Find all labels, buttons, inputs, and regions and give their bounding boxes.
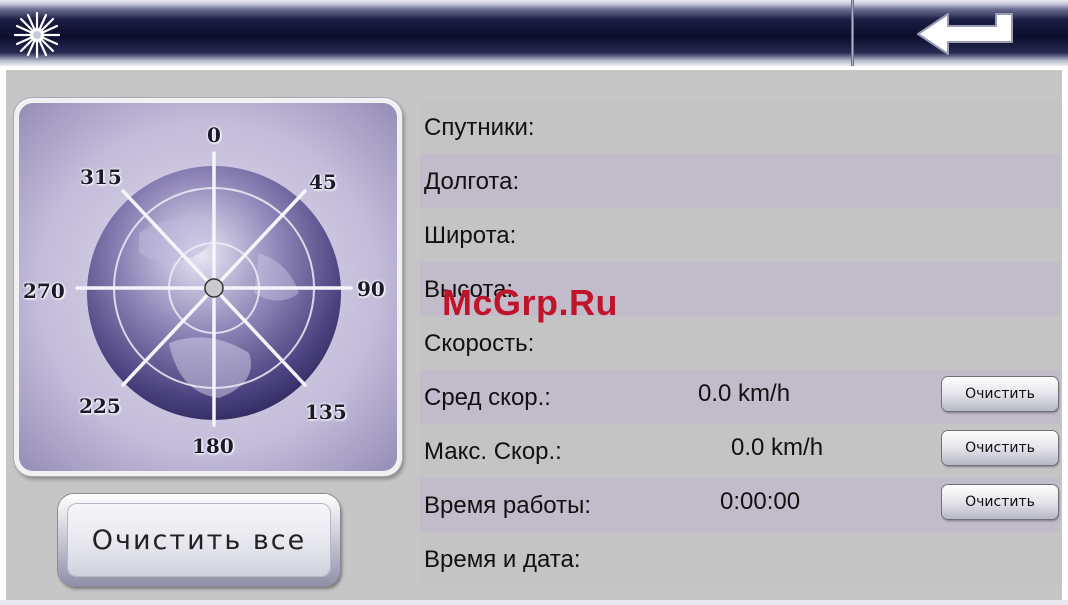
- max-speed-label: Макс. Скор.:: [424, 438, 562, 465]
- compass-label-0: 0: [207, 123, 221, 147]
- info-row-avg-speed: Сред скор.: 0.0 km/h Очистить: [420, 370, 1060, 424]
- satellites-label: Спутники:: [424, 114, 535, 141]
- avg-speed-value: 0.0 km/h: [698, 380, 791, 407]
- title-bar: [0, 0, 1068, 66]
- avg-speed-label: Сред скор.:: [424, 384, 551, 411]
- info-row-latitude: Широта:: [420, 208, 1060, 262]
- longitude-label: Долгота:: [424, 168, 520, 195]
- compass-label-270: 270: [23, 279, 65, 303]
- max-speed-value: 0.0 km/h: [731, 434, 824, 461]
- compass-label-45: 45: [309, 170, 337, 194]
- bottom-edge: [0, 600, 1068, 605]
- run-time-label: Время работы:: [424, 492, 592, 519]
- clear-avg-speed-button[interactable]: Очистить: [942, 377, 1058, 411]
- back-button[interactable]: [912, 10, 1022, 58]
- compass-label-135: 135: [305, 400, 347, 424]
- info-row-run-time: Время работы: 0:00:00 Очистить: [420, 478, 1060, 532]
- speed-label: Скорость:: [424, 330, 535, 357]
- gps-sun-icon[interactable]: [12, 10, 62, 60]
- back-arrow-icon: [917, 13, 1013, 55]
- clear-all-button[interactable]: Очистить все: [58, 494, 340, 586]
- compass-label-90: 90: [357, 277, 385, 301]
- watermark-text: McGrp.Ru: [442, 282, 619, 323]
- clear-run-time-button[interactable]: Очистить: [942, 485, 1058, 519]
- date-time-label: Время и дата:: [424, 546, 581, 573]
- globe-image: 0 45 90 135 180 225 270 315: [19, 103, 397, 471]
- info-row-longitude: Долгота:: [420, 154, 1060, 208]
- info-row-date-time: Время и дата:: [420, 532, 1060, 586]
- clear-all-label: Очистить все: [67, 503, 331, 577]
- satellite-compass: 0 45 90 135 180 225 270 315: [14, 98, 402, 476]
- compass-label-180: 180: [192, 434, 234, 458]
- compass-label-225: 225: [79, 394, 121, 418]
- latitude-label: Широта:: [424, 222, 517, 249]
- info-row-max-speed: Макс. Скор.: 0.0 km/h Очистить: [420, 424, 1060, 478]
- compass-label-315: 315: [80, 165, 122, 189]
- run-time-value: 0:00:00: [720, 488, 801, 515]
- toolbar-divider: [851, 0, 854, 66]
- info-row-satellites: Спутники:: [420, 100, 1060, 154]
- info-row-speed: Скорость:: [420, 316, 1060, 370]
- clear-max-speed-button[interactable]: Очистить: [942, 431, 1058, 465]
